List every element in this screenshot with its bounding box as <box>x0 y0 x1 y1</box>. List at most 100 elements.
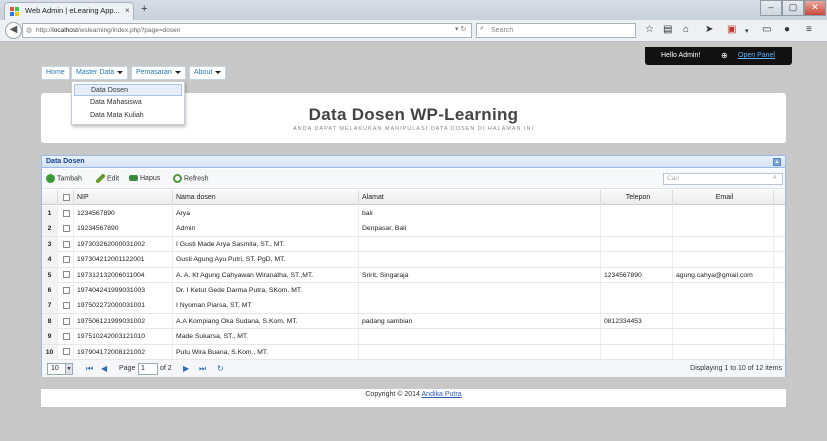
row-checkbox[interactable] <box>58 206 74 221</box>
row-checkbox[interactable] <box>58 283 74 298</box>
grid-panel: Data Dosen ▴ Tambah Edit Hapus Refresh C… <box>41 155 786 377</box>
display-info: Displaying 1 to 10 of 12 items <box>690 365 782 372</box>
header-telepon[interactable]: Telepon <box>601 190 673 205</box>
addon-menu-arrow-icon[interactable]: ▾ <box>745 27 749 35</box>
cell-no: 4 <box>42 252 58 268</box>
table-row[interactable]: 9 197510242003121010 Made Sukarsa, ST., MT… <box>42 329 785 345</box>
menu-master-data[interactable]: Master Data <box>71 66 129 80</box>
menu-about[interactable]: About <box>189 66 227 80</box>
dropdown-item-data-mata-kuliah[interactable]: Data Mata Kuliah <box>74 110 182 122</box>
table-row[interactable]: 8 197506121999031002 A.A Kompiang Oka Suda… <box>42 313 785 330</box>
table-row[interactable]: 10 197904172008121002 Putu Wira Buana, S.K… <box>42 344 785 361</box>
cell-nip: 197304212001122001 <box>74 252 173 268</box>
send-icon[interactable]: ➤ <box>705 24 713 35</box>
collapse-icon[interactable]: ▴ <box>773 158 781 166</box>
table-row[interactable]: 6 197404241999031003 Dr. I Ketut Gede Darm… <box>42 283 785 299</box>
header-email[interactable]: Email <box>673 190 774 205</box>
table-header: NIP Nama dosen Alamat Telepon Email <box>42 190 785 205</box>
header-nama-dosen[interactable]: Nama dosen <box>173 190 359 205</box>
table-row[interactable]: 4 197304212001122001 Gusti Agung Ayu Putri… <box>42 252 785 268</box>
grid-pager: 10 ▼ ⏮ ◀ Page 1 of 2 ▶ ⏭ ↻ Displaying 1 … <box>42 359 785 377</box>
checkbox-icon <box>63 240 70 248</box>
chevron-down-icon <box>117 70 124 74</box>
add-label: Tambah <box>57 175 82 183</box>
table-row[interactable]: 2 19234567890 Admin Denpasar, Bali <box>42 221 785 237</box>
table-row[interactable]: 7 197502272000031001 I Nyoman Piarsa, ST, … <box>42 298 785 314</box>
browser-search-input[interactable]: Search <box>476 23 636 38</box>
cell-nip: 197510242003121010 <box>74 329 173 345</box>
open-panel-icon[interactable]: ⊕ <box>721 47 728 65</box>
cell-telepon <box>601 283 673 298</box>
grid-search-input[interactable]: Cari <box>663 173 783 185</box>
checkbox-icon <box>63 286 70 294</box>
dropdown-item-data-mahasiswa[interactable]: Data Mahasiswa <box>74 97 182 109</box>
cell-alamat <box>359 236 601 252</box>
minimize-button[interactable]: – <box>760 0 782 16</box>
open-panel-link[interactable]: Open Panel <box>738 47 775 65</box>
dropdown-item-data-dosen[interactable]: Data Dosen <box>74 84 182 96</box>
reload-icon[interactable]: ↻ <box>217 364 224 374</box>
bookmark-star-icon[interactable]: ☆ <box>645 24 654 35</box>
table-row[interactable]: 1 1234567890 Arya bali <box>42 206 785 222</box>
last-page-icon[interactable]: ⏭ <box>199 364 206 374</box>
refresh-button[interactable]: Refresh <box>173 174 209 184</box>
delete-button[interactable]: Hapus <box>129 174 160 184</box>
cell-telepon <box>601 298 673 314</box>
reading-list-icon[interactable]: ▤ <box>663 24 672 35</box>
greeting-text: Hello Admin! <box>661 52 701 59</box>
chevron-down-icon <box>174 70 181 74</box>
search-icon[interactable]: ⌕ <box>773 174 777 182</box>
address-bar[interactable]: http://localhost/wslearning/index.php?pa… <box>22 23 472 38</box>
back-arrow-icon[interactable]: ◀ <box>5 22 22 39</box>
close-window-button[interactable]: ✕ <box>804 0 826 16</box>
menu-home[interactable]: Home <box>41 66 70 80</box>
edit-button[interactable]: Edit <box>96 174 119 184</box>
table-row[interactable]: 5 197312132006011004 A. A. Kt Agung Cahyaw… <box>42 267 785 284</box>
row-checkbox[interactable] <box>58 236 74 252</box>
screenshot-icon[interactable]: ▭ <box>762 24 771 35</box>
cell-alamat: padang sambian <box>359 313 601 329</box>
table-row[interactable]: 3 197303262000031002 I Gusti Made Arya Sas… <box>42 236 785 253</box>
browser-tab[interactable]: Web Admin | eLearing App... × <box>4 2 134 20</box>
row-checkbox[interactable] <box>58 267 74 283</box>
menu-hamburger-icon[interactable]: ≡ <box>806 24 812 35</box>
menu-pemasaran[interactable]: Pemasaran <box>131 66 186 80</box>
add-button[interactable]: Tambah <box>46 174 82 184</box>
cell-telepon: 1234567890 <box>601 267 673 283</box>
reload-icon[interactable]: ▾ ↻ <box>455 25 466 33</box>
header-alamat[interactable]: Alamat <box>359 190 601 205</box>
page-number-input[interactable]: 1 <box>138 363 158 375</box>
prev-page-icon[interactable]: ◀ <box>101 364 107 374</box>
row-checkbox[interactable] <box>58 221 74 237</box>
master-data-dropdown: Data Dosen Data Mahasiswa Data Mata Kuli… <box>71 81 185 125</box>
home-icon[interactable]: ⌂ <box>683 24 689 35</box>
cell-telepon <box>601 206 673 221</box>
cell-alamat <box>359 298 601 314</box>
cell-alamat <box>359 252 601 268</box>
delete-label: Hapus <box>140 175 161 182</box>
row-checkbox[interactable] <box>58 313 74 329</box>
first-page-icon[interactable]: ⏮ <box>86 364 93 374</box>
header-nip[interactable]: NIP <box>74 190 173 205</box>
tab-title: Web Admin | eLearing App... <box>25 6 120 15</box>
row-checkbox[interactable] <box>58 298 74 314</box>
header-select-all[interactable] <box>58 190 74 205</box>
addon-icon[interactable]: ▣ <box>727 24 736 35</box>
cell-nip: 197904172008121002 <box>74 344 173 360</box>
row-checkbox[interactable] <box>58 344 74 360</box>
row-checkbox[interactable] <box>58 329 74 345</box>
next-page-icon[interactable]: ▶ <box>183 364 189 374</box>
cell-nama: Putu Wira Buana, S.Kom., MT. <box>173 344 359 360</box>
cell-nama: A. A. Kt Agung Cahyawan Wiranatha, ST.,M… <box>173 267 359 283</box>
tab-close-icon[interactable]: × <box>125 3 130 19</box>
plus-icon <box>46 174 55 183</box>
chat-icon[interactable]: ● <box>784 24 790 35</box>
row-checkbox[interactable] <box>58 252 74 268</box>
chevron-down-icon[interactable]: ▼ <box>65 364 72 374</box>
cell-no: 6 <box>42 283 58 298</box>
cell-email <box>673 206 774 221</box>
new-tab-button[interactable]: + <box>141 2 147 16</box>
author-link[interactable]: Andika Putra <box>422 391 462 398</box>
cell-telepon <box>601 252 673 268</box>
maximize-button[interactable]: ▢ <box>782 0 804 16</box>
